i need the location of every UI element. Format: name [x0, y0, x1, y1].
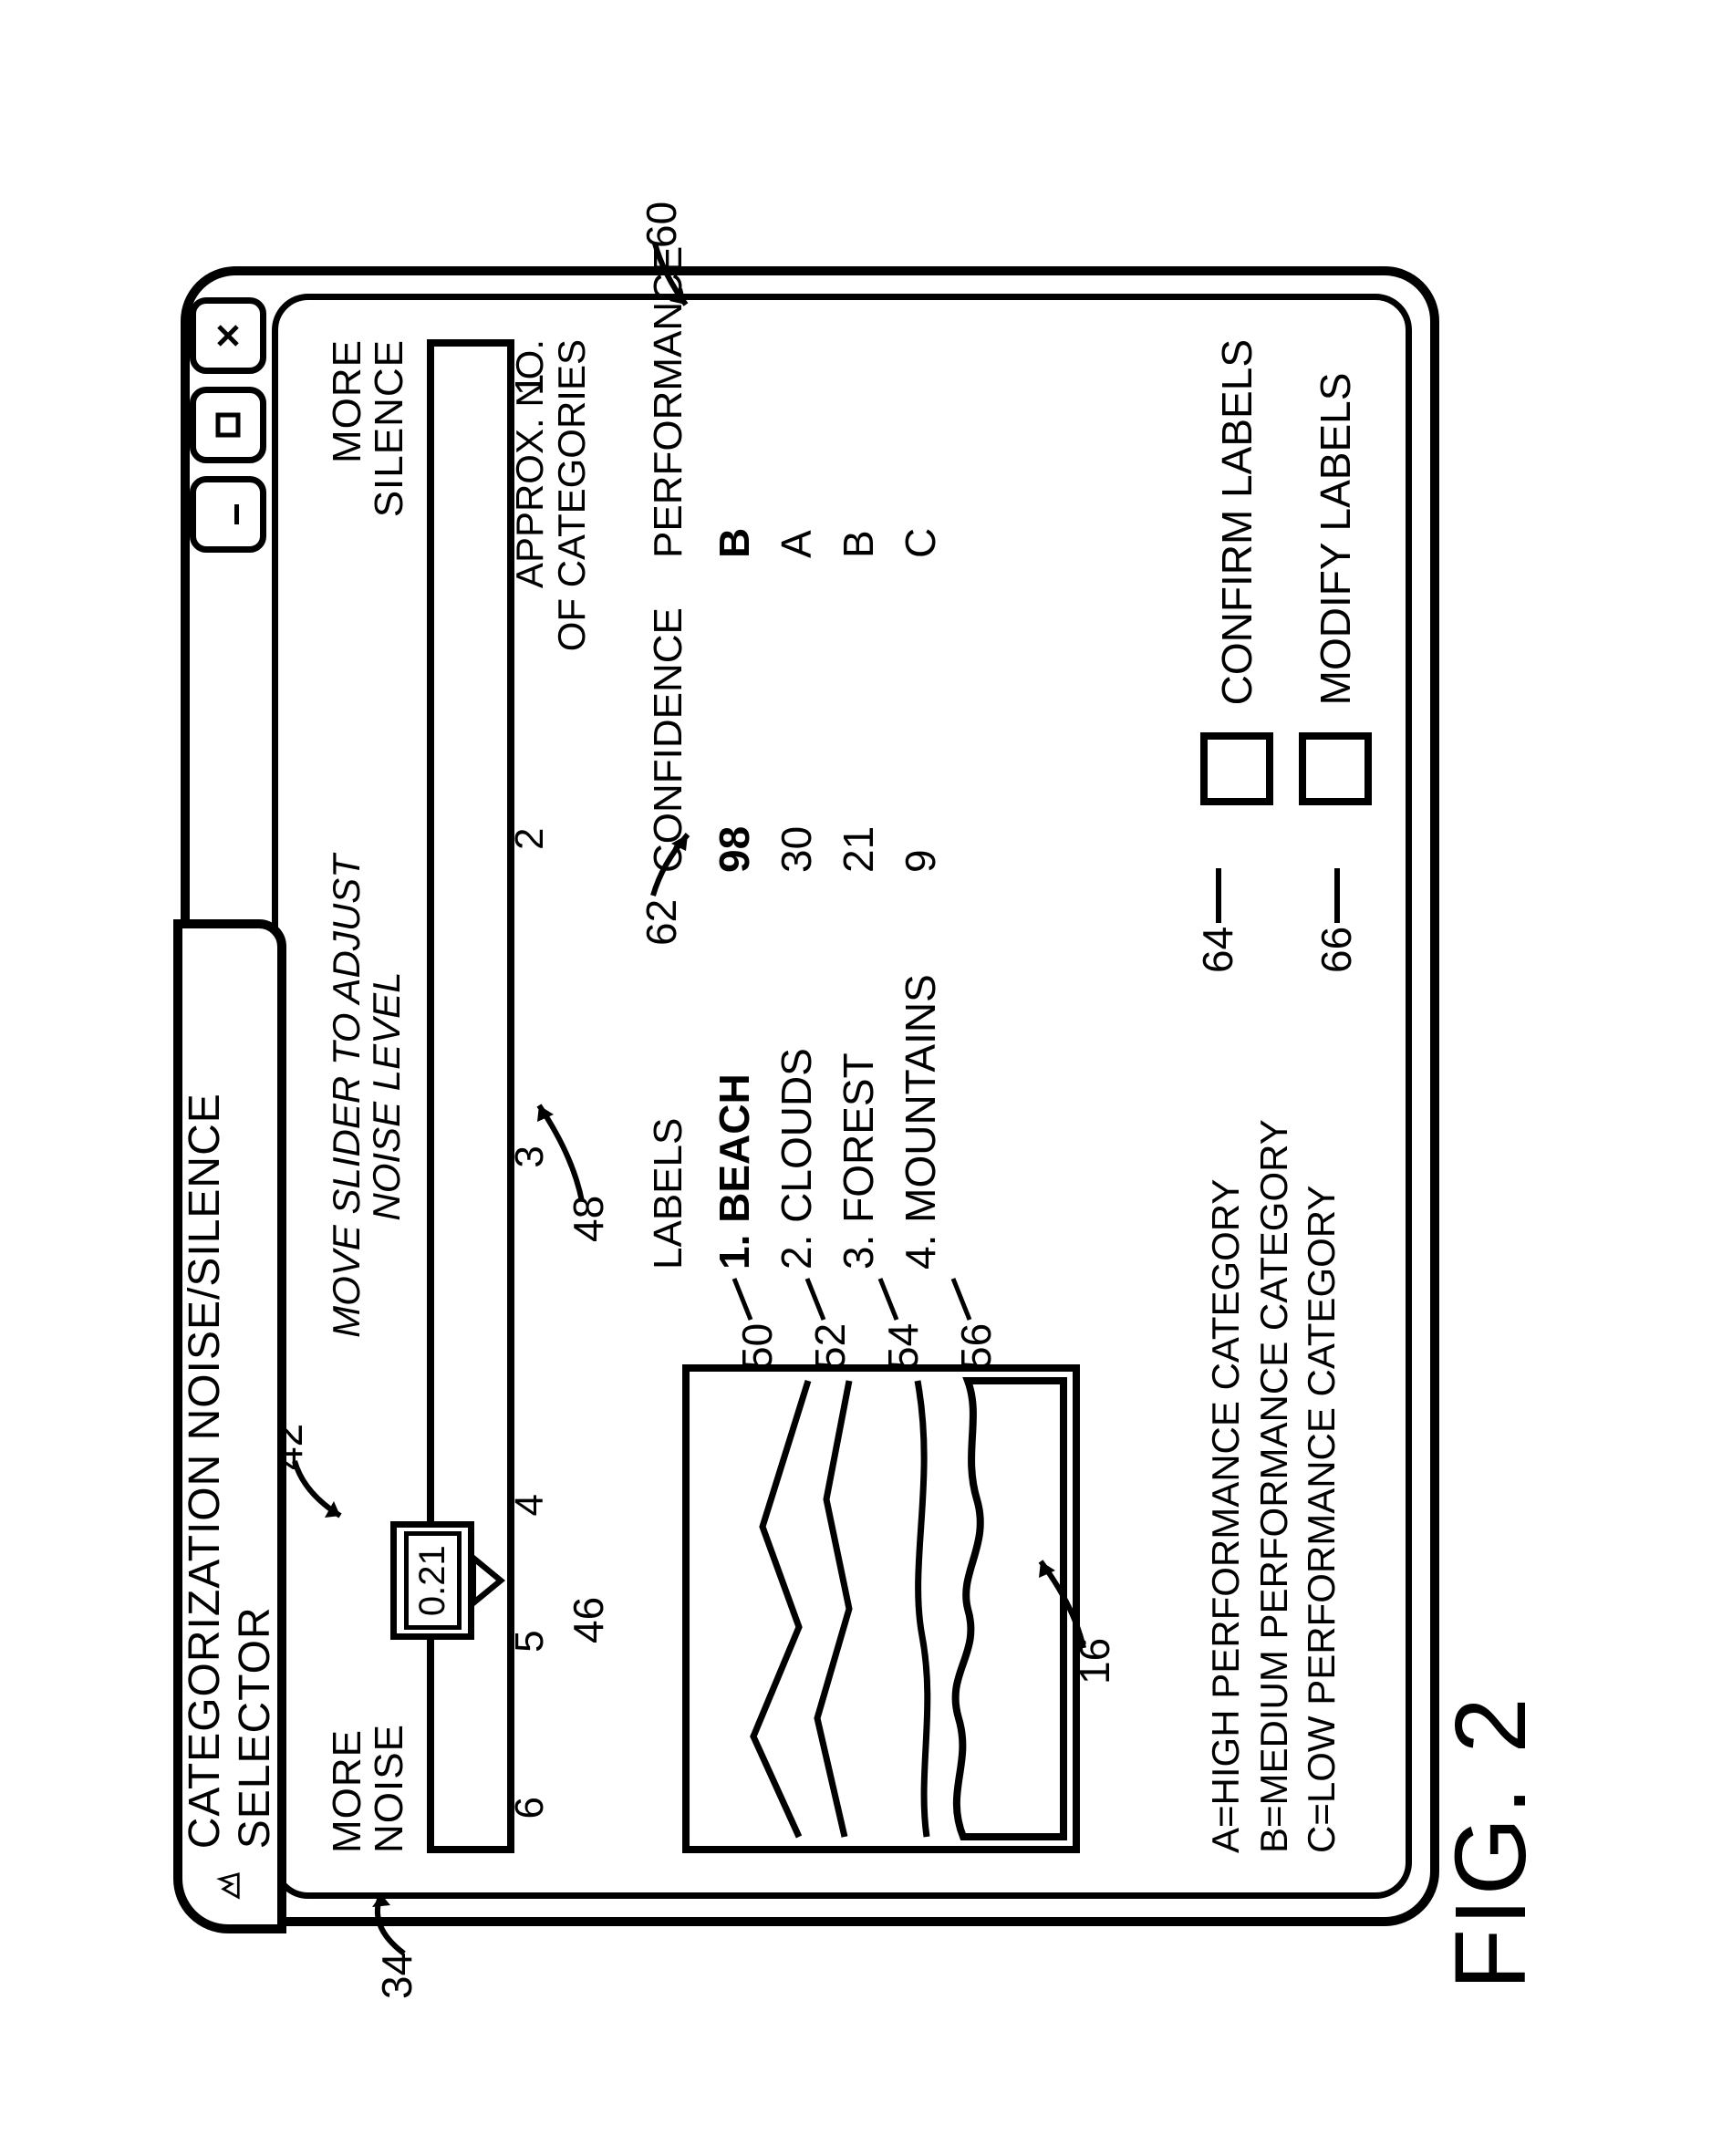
- close-button[interactable]: [190, 297, 266, 374]
- ref-52: 52: [805, 1323, 855, 1370]
- window-title: CATEGORIZATION NOISE/SILENCE SELECTOR: [180, 928, 280, 1849]
- approx-categories-label: APPROX. NO.OF CATEGORIES: [509, 339, 593, 651]
- labels-header: LABELS: [646, 974, 691, 1270]
- label-row: 2. CLOUDS: [772, 974, 821, 1270]
- confidence-value: 98: [710, 607, 759, 873]
- window-controls: [190, 297, 266, 553]
- modify-labels-label: MODIFY LABELS: [1311, 373, 1360, 706]
- performance-legend: A=HIGH PERFORMANCE CATEGORY B=MEDIUM PER…: [1202, 1119, 1346, 1853]
- label-row: 3. FOREST: [834, 974, 883, 1270]
- ref-34: 34: [372, 1953, 421, 1999]
- label-row: 4. MOUNTAINS: [896, 974, 945, 1270]
- slider-tick: 5: [507, 1630, 553, 1652]
- figure-caption: FIG. 2: [1433, 1695, 1549, 1990]
- modify-labels-checkbox[interactable]: [1299, 732, 1372, 805]
- minimize-button[interactable]: [190, 476, 266, 553]
- label-row: 1. BEACH: [710, 974, 759, 1270]
- ref-62: 62: [637, 899, 686, 946]
- ref-46: 46: [564, 1597, 613, 1643]
- performance-column: PERFORMANCE BABC: [646, 246, 958, 558]
- slider-right-label: MORESILENCE: [327, 339, 410, 517]
- slider-instruction: MOVE SLIDER TO ADJUSTNOISE LEVEL: [327, 855, 407, 1338]
- confidence-value: 30: [772, 607, 821, 873]
- title-bar: CATEGORIZATION NOISE/SILENCE SELECTOR: [173, 919, 286, 1933]
- slider-tick: 4: [507, 1494, 553, 1516]
- confirm-labels-checkbox[interactable]: [1200, 732, 1273, 805]
- confirm-labels-label: CONFIRM LABELS: [1212, 339, 1261, 705]
- noise-slider-area: MORENOISE MOVE SLIDER TO ADJUSTNOISE LEV…: [327, 339, 564, 1853]
- ref-66: 66: [1312, 927, 1361, 973]
- ref-64: 64: [1193, 927, 1242, 973]
- performance-value: C: [896, 246, 945, 558]
- noise-slider-thumb[interactable]: 0.21: [390, 1521, 496, 1640]
- sample-image: [682, 1364, 1080, 1853]
- app-icon: [213, 1871, 246, 1901]
- performance-value: B: [710, 246, 759, 558]
- labels-column: LABELS 1. BEACH 2. CLOUDS 3. FOREST 4. MOUN…: [646, 974, 958, 1270]
- slider-value: 0.21: [404, 1531, 462, 1630]
- slider-tick: 6: [507, 1797, 553, 1819]
- performance-value: A: [772, 246, 821, 558]
- actions-group: CONFIRM LABELS MODIFY LABELS: [1175, 339, 1397, 805]
- ref-54: 54: [878, 1323, 928, 1370]
- app-window: CATEGORIZATION NOISE/SILENCE SELECTOR MO…: [181, 266, 1439, 1926]
- slider-left-label: MORENOISE: [327, 1724, 410, 1853]
- performance-value: B: [834, 246, 883, 558]
- confidence-value: 21: [834, 607, 883, 873]
- maximize-button[interactable]: [190, 387, 266, 463]
- slider-tick: 2: [507, 828, 553, 850]
- ref-56: 56: [951, 1323, 1001, 1370]
- ref-50: 50: [732, 1323, 782, 1370]
- confidence-value: 9: [896, 607, 945, 873]
